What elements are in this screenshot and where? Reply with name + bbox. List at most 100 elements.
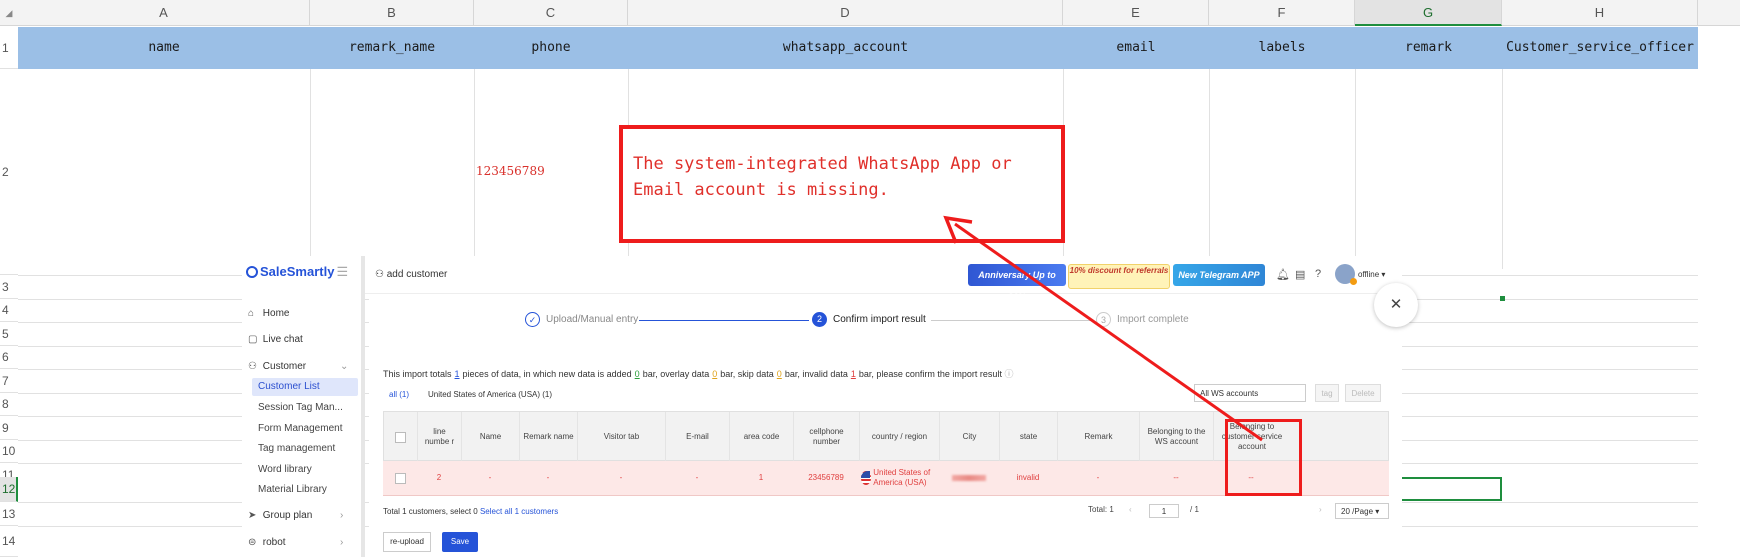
close-icon[interactable]: ✕ — [1374, 283, 1418, 327]
th-remark-name: Remark name — [520, 412, 578, 462]
header-cell-remark[interactable]: remark — [1355, 27, 1502, 69]
summary-total-count[interactable]: 1 — [455, 369, 460, 379]
country-text: United States of America (USA) — [873, 468, 931, 487]
promo-telegram-banner[interactable]: New Telegram APP — [1173, 264, 1265, 286]
sidebar-item-material-library[interactable]: Material Library — [252, 484, 327, 495]
header-cell-customer-service-officer[interactable]: Customer_service_officer — [1502, 27, 1698, 69]
nav-live-chat[interactable]: ▢ Live chat — [248, 334, 303, 345]
header-cell-phone[interactable]: phone — [474, 27, 628, 69]
bell-icon[interactable]: 🔔︎ — [1276, 268, 1290, 281]
page-count: / 1 — [1190, 505, 1199, 514]
promo-anniversary-banner[interactable]: Anniversary Up to 30% — [968, 264, 1066, 302]
sidebar-item-customer-list[interactable]: Customer List — [252, 378, 358, 396]
send-icon: ➤ — [248, 510, 257, 521]
customer-icon: ⚇ — [248, 361, 257, 372]
selected-cell-g12[interactable] — [1398, 477, 1502, 501]
row-header[interactable]: 8 — [0, 393, 18, 416]
info-icon[interactable]: ⓘ — [1004, 369, 1013, 379]
step-connector — [639, 320, 809, 321]
row-header[interactable]: 2 — [0, 69, 18, 275]
sidebar-item-word-library[interactable]: Word library — [252, 464, 312, 475]
row-header[interactable]: 13 — [0, 502, 18, 526]
row-header[interactable]: 7 — [0, 369, 18, 393]
column-header-d[interactable]: D — [628, 0, 1063, 26]
tab-united-states[interactable]: United States of America (USA) (1) — [428, 390, 552, 399]
td-name: - — [488, 473, 492, 482]
td-visitor-tab: - — [619, 473, 623, 482]
tag-button[interactable]: tag — [1315, 384, 1339, 402]
row-header[interactable]: 5 — [0, 322, 18, 346]
column-header-g[interactable]: G — [1355, 0, 1502, 26]
nav-customer[interactable]: ⚇ Customer ⌄ — [248, 361, 358, 372]
summary-overlay-count[interactable]: 0 — [712, 369, 717, 379]
column-header-c[interactable]: C — [474, 0, 628, 26]
header-cell-email[interactable]: email — [1063, 27, 1209, 69]
td-line-number: 2 — [436, 473, 442, 482]
th-email: E-mail — [666, 412, 730, 462]
header-cell-labels[interactable]: labels — [1209, 27, 1355, 69]
nav-home[interactable]: ⌂ Home — [248, 308, 289, 319]
header-cell-whatsapp-account[interactable]: whatsapp_account — [628, 27, 1063, 69]
row-header[interactable]: 14 — [0, 526, 18, 557]
select-all-corner[interactable]: ◢ — [0, 0, 18, 26]
clipboard-icon[interactable]: ▤ — [1295, 268, 1305, 281]
delete-button[interactable]: Delete — [1345, 384, 1381, 402]
us-flag-icon — [861, 471, 872, 485]
summary-text: pieces of data, in which new data is add… — [462, 369, 632, 379]
save-button[interactable]: Save — [442, 532, 478, 552]
ws-account-select[interactable]: All WS accounts — [1194, 384, 1306, 402]
row-header-selected[interactable]: 12 — [0, 477, 18, 502]
page-number-input[interactable]: 1 — [1149, 504, 1179, 518]
promo-referral-banner[interactable]: 10% discount for referrals — [1068, 264, 1170, 289]
menu-collapse-icon[interactable]: ☰ — [336, 264, 348, 279]
row-header[interactable]: 3 — [0, 275, 18, 299]
row-header[interactable]: 10 — [0, 440, 18, 463]
page-size-select[interactable]: 20 /Page ▾ — [1335, 503, 1389, 519]
step-2-number: 2 — [812, 312, 827, 327]
summary-skip-count[interactable]: 0 — [777, 369, 782, 379]
next-page-icon[interactable]: › — [1319, 505, 1322, 514]
sidebar-item-tag-management[interactable]: Tag management — [252, 443, 335, 454]
summary-text: bar, overlay data — [642, 369, 710, 379]
column-header-f[interactable]: F — [1209, 0, 1355, 26]
cell-comment-marker — [1500, 296, 1505, 301]
column-header-h[interactable]: H — [1502, 0, 1698, 26]
help-icon[interactable]: ? — [1315, 268, 1321, 280]
status-dropdown[interactable]: offline ▾ — [1358, 270, 1385, 279]
row-header[interactable]: 9 — [0, 416, 18, 440]
nav-group-plan-label: Group plan — [262, 510, 313, 521]
select-all-link[interactable]: Select all 1 customers — [480, 507, 558, 516]
header-cell-remark-name[interactable]: remark_name — [310, 27, 474, 69]
header-checkbox[interactable] — [384, 412, 418, 462]
summary-invalid-count[interactable]: 1 — [851, 369, 856, 379]
column-header-b[interactable]: B — [310, 0, 474, 26]
nav-robot[interactable]: ⊜ robot › — [248, 537, 358, 548]
prev-page-icon[interactable]: ‹ — [1129, 505, 1132, 514]
step-3-number: 3 — [1096, 312, 1111, 327]
reupload-button[interactable]: re-upload — [383, 532, 431, 552]
row-header[interactable]: 1 — [0, 27, 18, 69]
row-header[interactable]: 6 — [0, 346, 18, 369]
salesmartly-logo[interactable]: SaleSmartly ☰ — [246, 264, 348, 280]
header-cell-name[interactable]: name — [18, 27, 310, 69]
th-area-code: area code — [730, 412, 794, 462]
column-header-a[interactable]: A — [18, 0, 310, 26]
column-header-e[interactable]: E — [1063, 0, 1209, 26]
th-name: Name — [462, 412, 520, 462]
cell-phone-value[interactable]: 123456789 — [476, 164, 545, 178]
row-header[interactable]: 4 — [0, 299, 18, 322]
th-line-number: line numbe r — [418, 412, 462, 462]
status-dot — [1350, 278, 1357, 285]
chevron-right-icon: › — [340, 510, 344, 521]
nav-group-plan[interactable]: ➤ Group plan › — [248, 510, 358, 521]
sidebar-item-form-management[interactable]: Form Management — [252, 423, 342, 434]
logo-text: SaleSmartly — [260, 264, 335, 279]
status-label: offline — [1358, 270, 1380, 279]
row-checkbox[interactable] — [383, 461, 417, 495]
th-state: state — [1000, 412, 1058, 462]
tab-all[interactable]: all (1) — [389, 390, 409, 399]
summary-text: bar, invalid data — [784, 369, 848, 379]
summary-added-count[interactable]: 0 — [635, 369, 640, 379]
sidebar-item-session-tag[interactable]: Session Tag Man... — [252, 402, 343, 413]
th-country: country / region — [860, 412, 940, 462]
